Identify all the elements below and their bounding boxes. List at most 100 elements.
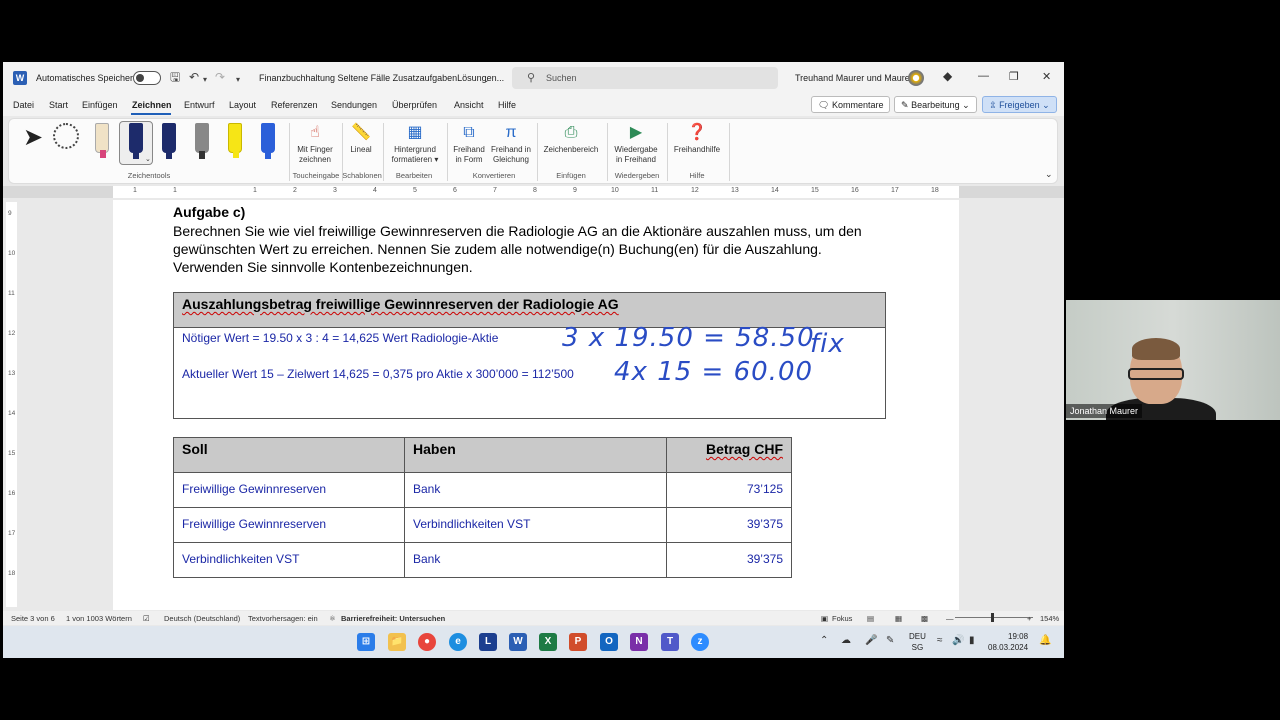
- excel-icon[interactable]: X: [539, 633, 557, 651]
- title-chevron-down-icon[interactable]: ⌄: [483, 73, 490, 87]
- vertical-ruler[interactable]: 9 10 11 12 13 14 15 16 17 18: [6, 202, 17, 607]
- format-background-button[interactable]: ▦ Hintergrund formatieren ▾: [387, 123, 443, 165]
- zoom-out-icon[interactable]: —: [946, 614, 954, 623]
- ink-help-button[interactable]: ❓ Freihandhilfe: [670, 123, 724, 155]
- editing-label: Bearbeitung: [911, 100, 960, 110]
- file-explorer-icon[interactable]: 📁: [388, 633, 406, 651]
- accessibility-icon[interactable]: ⚛: [329, 614, 336, 623]
- ruler-number: 10: [611, 187, 619, 194]
- focus-button[interactable]: Fokus: [832, 614, 852, 623]
- ruler-icon: 📏: [351, 124, 371, 141]
- zoom-level[interactable]: 154%: [1040, 614, 1059, 623]
- undo-dropdown-icon[interactable]: ▾: [203, 73, 207, 87]
- autosave-toggle[interactable]: [133, 71, 161, 85]
- pen-options-chevron-icon[interactable]: ⌄: [145, 155, 151, 163]
- editing-mode-button[interactable]: ✎ Bearbeitung ⌄: [894, 96, 977, 113]
- word-count[interactable]: 1 von 1003 Wörtern: [66, 614, 132, 623]
- document-title[interactable]: Finanzbuchhaltung Seltene Fälle Zusatzau…: [259, 73, 504, 83]
- word-app-icon: W: [13, 71, 27, 85]
- search-box[interactable]: ⚲ Suchen: [512, 67, 778, 89]
- tab-datei[interactable]: Datei: [13, 100, 34, 110]
- ruler-number: 9: [8, 210, 12, 217]
- galaxy-pen-icon[interactable]: [261, 123, 275, 159]
- tab-ueberpruefen[interactable]: Überprüfen: [392, 100, 437, 110]
- select-cursor-icon[interactable]: ➤: [23, 123, 43, 152]
- onenote-icon[interactable]: N: [630, 633, 648, 651]
- pen-tray-icon[interactable]: ✎: [886, 635, 894, 646]
- cell-haben: Bank: [404, 472, 667, 508]
- chrome-icon[interactable]: ●: [418, 633, 436, 651]
- ruler-number: 17: [891, 187, 899, 194]
- edge-icon[interactable]: e: [449, 633, 467, 651]
- undo-icon[interactable]: ↶: [189, 70, 199, 84]
- read-mode-icon[interactable]: ▤: [867, 614, 874, 623]
- tab-ansicht[interactable]: Ansicht: [454, 100, 484, 110]
- battery-icon[interactable]: ▮: [969, 635, 975, 646]
- lasso-select-icon[interactable]: [53, 123, 79, 149]
- focus-icon[interactable]: ▣: [821, 614, 828, 623]
- tab-einfuegen[interactable]: Einfügen: [82, 100, 118, 110]
- account-avatar[interactable]: [908, 70, 924, 86]
- collapse-ribbon-chevron-icon[interactable]: ⌄: [1045, 169, 1053, 180]
- btn-label: Hintergrund: [394, 145, 436, 154]
- comments-button[interactable]: 🗨 Kommentare: [811, 96, 891, 113]
- premium-diamond-icon[interactable]: ◆: [943, 69, 952, 83]
- language-status[interactable]: Deutsch (Deutschland): [164, 614, 240, 623]
- ink-to-math-button[interactable]: π Freihand in Gleichung: [489, 123, 533, 165]
- ink-replay-button[interactable]: ▶ Wiedergabe in Freihand: [610, 123, 662, 165]
- tab-entwurf[interactable]: Entwurf: [184, 100, 215, 110]
- accessibility-status[interactable]: Barrierefreiheit: Untersuchen: [341, 614, 445, 623]
- notification-bell-icon[interactable]: 🔔: [1039, 635, 1051, 646]
- minimize-icon[interactable]: —: [978, 70, 989, 82]
- pen-navy-icon[interactable]: [129, 123, 143, 159]
- start-windows-icon[interactable]: ⊞: [357, 633, 375, 651]
- draw-with-finger-button[interactable]: ☝ Mit Finger zeichnen: [293, 123, 337, 165]
- tab-sendungen[interactable]: Sendungen: [331, 100, 377, 110]
- pencil-gray-icon[interactable]: [195, 123, 209, 159]
- tab-start[interactable]: Start: [49, 100, 68, 110]
- restore-icon[interactable]: ❐: [1009, 70, 1019, 83]
- word-taskbar-icon[interactable]: W: [509, 633, 527, 651]
- zoom-slider-thumb[interactable]: [991, 613, 994, 622]
- drawing-canvas-button[interactable]: ⎙ Zeichenbereich: [541, 123, 601, 155]
- volume-icon[interactable]: 🔊: [952, 635, 964, 646]
- onedrive-cloud-icon[interactable]: ☁: [841, 635, 851, 646]
- pen-dark-blue-icon[interactable]: [162, 123, 176, 159]
- close-icon[interactable]: ✕: [1042, 70, 1051, 83]
- ink-to-shape-button[interactable]: ⧉ Freihand in Form: [450, 123, 488, 165]
- zoom-in-icon[interactable]: +: [1027, 614, 1031, 623]
- print-layout-icon[interactable]: ▦: [895, 614, 902, 623]
- powerpoint-icon[interactable]: P: [569, 633, 587, 651]
- ribbon-separator: [289, 123, 290, 181]
- save-icon[interactable]: 🖫: [170, 70, 180, 84]
- group-label-konvertieren: Konvertieren: [472, 171, 516, 180]
- proofing-icon[interactable]: ☑: [143, 614, 150, 623]
- redo-icon[interactable]: ↷: [215, 70, 225, 84]
- document-page[interactable]: Aufgabe c) Berechnen Sie wie viel freiwi…: [113, 200, 959, 610]
- tab-zeichnen[interactable]: Zeichnen: [132, 100, 172, 110]
- account-name[interactable]: Treuhand Maurer und Maurer: [795, 73, 913, 83]
- highlighter-yellow-icon[interactable]: [228, 123, 242, 158]
- zoom-app-icon[interactable]: z: [691, 633, 709, 651]
- wifi-icon[interactable]: ≈: [937, 635, 943, 646]
- microphone-icon[interactable]: 🎤: [865, 635, 877, 646]
- tab-layout[interactable]: Layout: [229, 100, 256, 110]
- web-layout-icon[interactable]: ▩: [921, 614, 928, 623]
- tab-hilfe[interactable]: Hilfe: [498, 100, 516, 110]
- horizontal-ruler[interactable]: 1 1 1 2 3 4 5 6 7 8 9 10 11 12 13 14 15 …: [113, 186, 959, 198]
- text-prediction-status[interactable]: Textvorhersagen: ein: [248, 614, 318, 623]
- app-l-icon[interactable]: L: [479, 633, 497, 651]
- zoom-slider[interactable]: [955, 617, 1033, 618]
- teams-icon[interactable]: T: [661, 633, 679, 651]
- outlook-icon[interactable]: O: [600, 633, 618, 651]
- clock[interactable]: 19:08 08.03.2024: [988, 631, 1028, 653]
- pen-pink-icon[interactable]: [95, 123, 109, 158]
- tab-referenzen[interactable]: Referenzen: [271, 100, 318, 110]
- tray-chevron-up-icon[interactable]: ⌃: [820, 635, 828, 646]
- customize-toolbar-icon[interactable]: ▾: [236, 73, 240, 87]
- ribbon-separator: [667, 123, 668, 181]
- page-count[interactable]: Seite 3 von 6: [11, 614, 55, 623]
- input-language[interactable]: DEU SG: [909, 631, 926, 653]
- share-button[interactable]: ⇫ Freigeben ⌄: [982, 96, 1057, 113]
- ruler-button[interactable]: 📏 Lineal: [345, 123, 377, 155]
